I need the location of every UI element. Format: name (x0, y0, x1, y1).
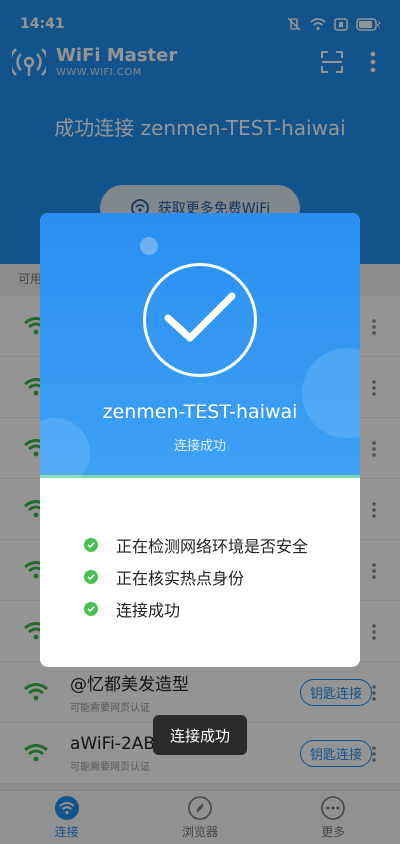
decor-bubble (140, 237, 158, 255)
dialog-ssid: zenmen-TEST-haiwai (102, 401, 298, 423)
check-done-icon (84, 570, 98, 584)
check-step: 正在检测网络环境是否安全 (84, 529, 308, 561)
toast-message: 连接成功 (153, 715, 247, 755)
success-check-circle (143, 263, 257, 377)
dialog-status: 连接成功 (173, 439, 226, 454)
dialog-header: zenmen-TEST-haiwai 连接成功 (40, 213, 360, 488)
check-step: 正在核实热点身份 (84, 561, 308, 593)
decor-bubble (302, 348, 360, 438)
check-steps-list: 正在检测网络环境是否安全 正在核实热点身份 连接成功 (84, 529, 308, 625)
check-step-label: 正在检测网络环境是否安全 (116, 537, 309, 556)
check-step-label: 连接成功 (116, 601, 181, 620)
checkmark-icon (164, 292, 236, 342)
check-step: 连接成功 (84, 593, 308, 625)
check-done-icon (84, 602, 98, 616)
connection-success-dialog: zenmen-TEST-haiwai 连接成功 正在检测网络环境是否安全 正在核… (40, 213, 360, 667)
check-done-icon (84, 538, 98, 552)
check-step-label: 正在核实热点身份 (116, 569, 245, 588)
